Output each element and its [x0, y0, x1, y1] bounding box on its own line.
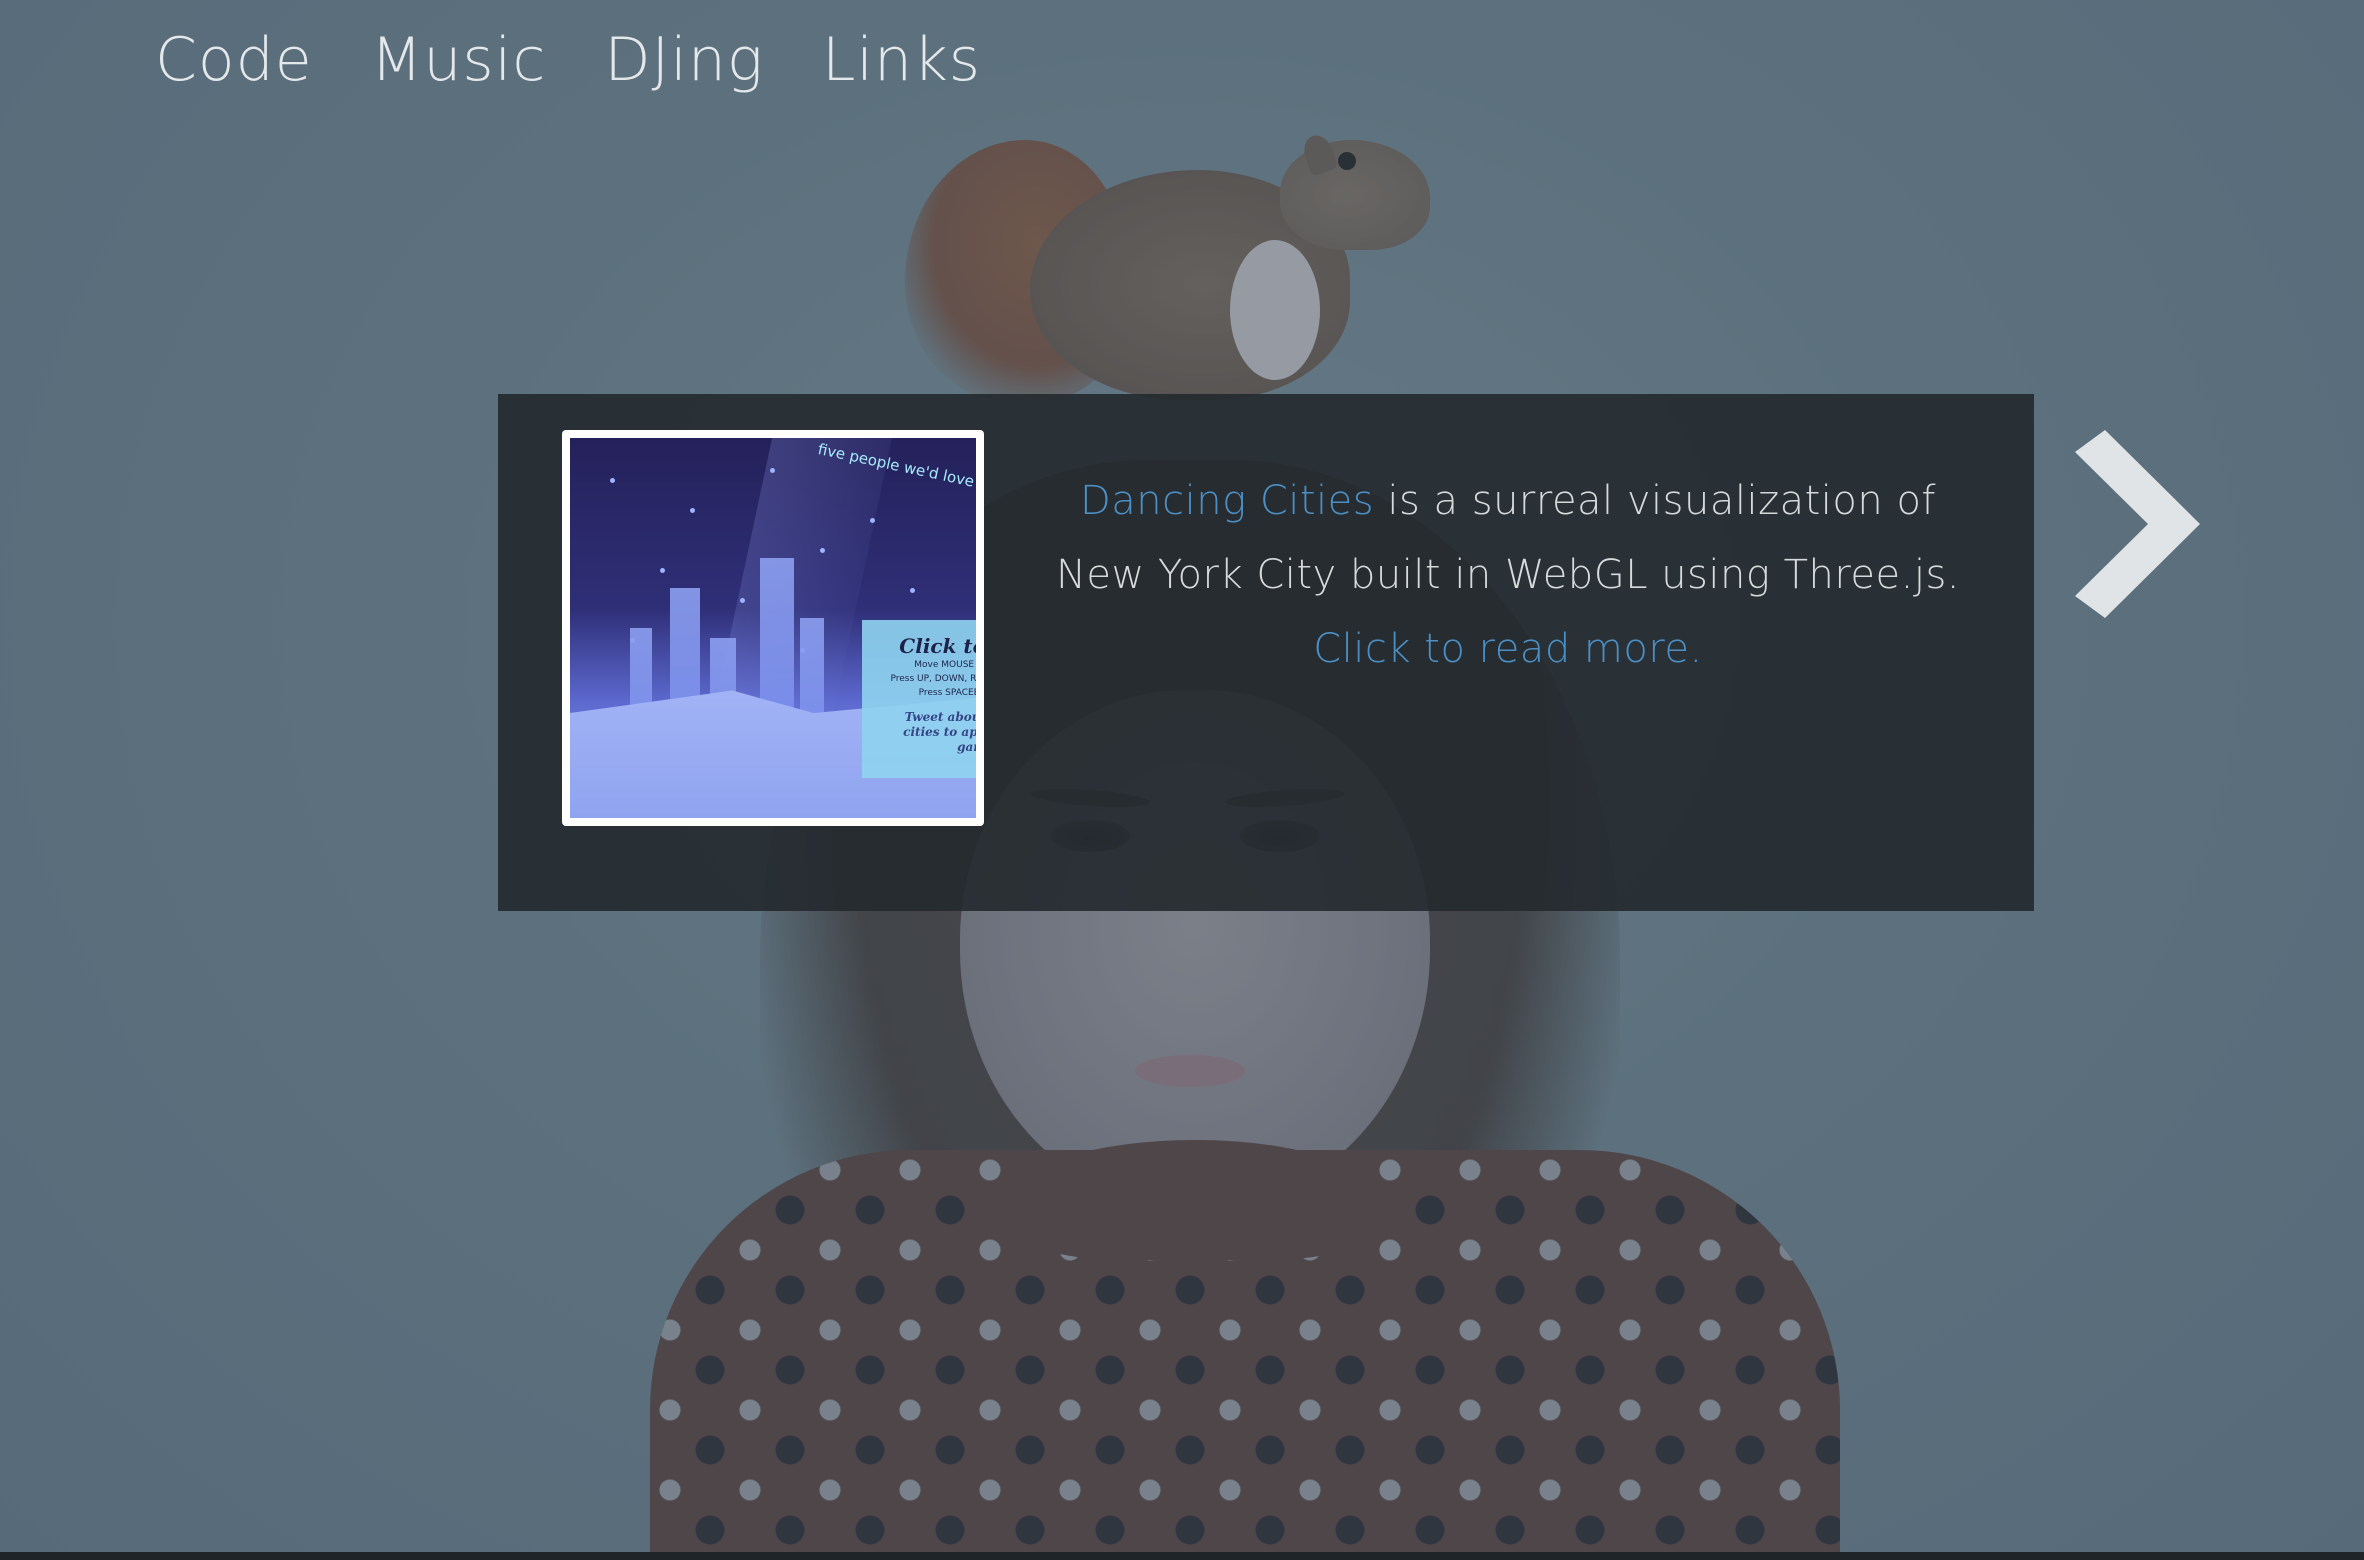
thumbnail-star	[660, 568, 665, 573]
nav-link-links[interactable]: Links	[822, 20, 981, 100]
thumbnail-star	[910, 588, 915, 593]
main-nav: Code Music DJing Links	[155, 20, 981, 100]
thumbnail-instruction-card: Click to Move MOUSE to Press UP, DOWN, R…	[862, 620, 976, 778]
chevron-right-icon	[2075, 430, 2200, 618]
feature-panel: five people we'd love to Click to Move M…	[498, 394, 2034, 911]
project-thumbnail[interactable]: five people we'd love to Click to Move M…	[562, 430, 984, 826]
read-more-link[interactable]: Click to read more.	[1313, 626, 1703, 672]
thumbnail-star	[770, 468, 775, 473]
project-description: Dancing Cities is a surreal visualizatio…	[1038, 464, 1978, 686]
nav-link-music[interactable]: Music	[371, 20, 547, 100]
page: Code Music DJing Links five people we'd …	[0, 0, 2364, 1560]
project-title-link[interactable]: Dancing Cities	[1080, 478, 1374, 524]
thumbnail-image: five people we'd love to Click to Move M…	[570, 438, 976, 818]
nav-link-djing[interactable]: DJing	[604, 20, 764, 100]
thumbnail-star	[740, 598, 745, 603]
next-slide-button[interactable]	[2070, 430, 2210, 620]
thumbnail-card-title: Click to	[899, 634, 976, 658]
thumbnail-card-note: cities to app	[903, 725, 976, 739]
thumbnail-star	[690, 508, 695, 513]
thumbnail-card-line: Press SPACEBA	[918, 688, 976, 698]
thumbnail-card-note: Tweet about	[904, 710, 976, 724]
bottom-edge-bar	[0, 1552, 2364, 1560]
thumbnail-star	[820, 548, 825, 553]
thumbnail-card-line: Press UP, DOWN, RIG	[890, 674, 976, 684]
thumbnail-star	[610, 478, 615, 483]
thumbnail-card-note: gam	[957, 740, 976, 754]
thumbnail-star	[870, 518, 875, 523]
thumbnail-card-line: Move MOUSE to	[914, 660, 976, 670]
nav-link-code[interactable]: Code	[155, 20, 313, 100]
